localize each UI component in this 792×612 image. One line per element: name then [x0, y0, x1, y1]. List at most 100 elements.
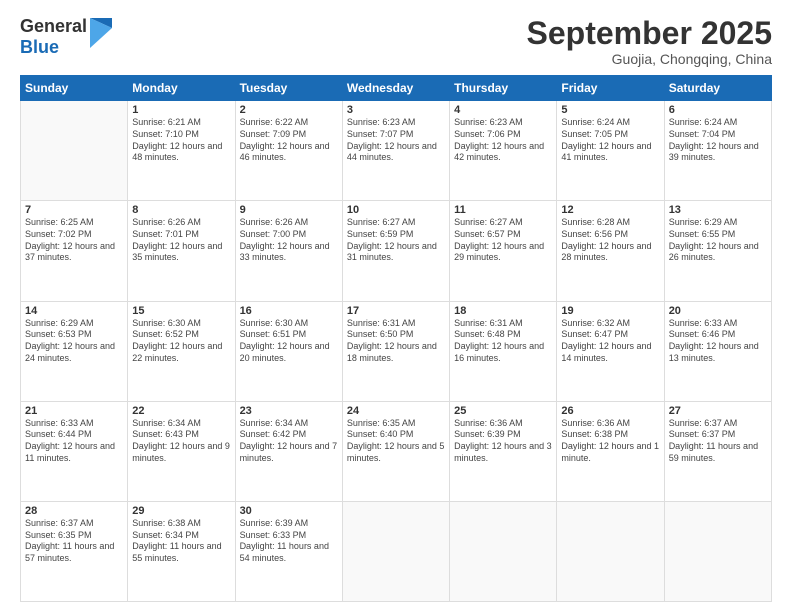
sunrise-text: Sunrise: 6:36 AM [454, 418, 552, 430]
sunset-text: Sunset: 6:43 PM [132, 429, 230, 441]
daylight-text: Daylight: 12 hours and 37 minutes. [25, 241, 123, 264]
sunrise-text: Sunrise: 6:33 AM [25, 418, 123, 430]
calendar-cell: 17 Sunrise: 6:31 AM Sunset: 6:50 PM Dayl… [342, 301, 449, 401]
day-number: 5 [561, 104, 659, 116]
daylight-text: Daylight: 12 hours and 46 minutes. [240, 141, 338, 164]
day-info: Sunrise: 6:35 AM Sunset: 6:40 PM Dayligh… [347, 418, 445, 465]
day-info: Sunrise: 6:30 AM Sunset: 6:51 PM Dayligh… [240, 318, 338, 365]
logo-general: General [20, 16, 87, 37]
day-number: 7 [25, 204, 123, 216]
sunset-text: Sunset: 6:57 PM [454, 229, 552, 241]
calendar-cell [450, 501, 557, 601]
sunrise-text: Sunrise: 6:26 AM [240, 217, 338, 229]
calendar-table: Sunday Monday Tuesday Wednesday Thursday… [20, 75, 772, 602]
day-number: 9 [240, 204, 338, 216]
day-info: Sunrise: 6:39 AM Sunset: 6:33 PM Dayligh… [240, 518, 338, 565]
col-sunday: Sunday [21, 76, 128, 101]
logo-text: General Blue [20, 16, 87, 57]
calendar-cell: 16 Sunrise: 6:30 AM Sunset: 6:51 PM Dayl… [235, 301, 342, 401]
daylight-text: Daylight: 12 hours and 1 minute. [561, 441, 659, 464]
daylight-text: Daylight: 12 hours and 9 minutes. [132, 441, 230, 464]
calendar-cell: 20 Sunrise: 6:33 AM Sunset: 6:46 PM Dayl… [664, 301, 771, 401]
day-info: Sunrise: 6:31 AM Sunset: 6:48 PM Dayligh… [454, 318, 552, 365]
sunset-text: Sunset: 6:34 PM [132, 530, 230, 542]
day-number: 4 [454, 104, 552, 116]
sunrise-text: Sunrise: 6:24 AM [669, 117, 767, 129]
sunset-text: Sunset: 6:55 PM [669, 229, 767, 241]
daylight-text: Daylight: 12 hours and 42 minutes. [454, 141, 552, 164]
day-number: 17 [347, 305, 445, 317]
col-wednesday: Wednesday [342, 76, 449, 101]
day-info: Sunrise: 6:26 AM Sunset: 7:00 PM Dayligh… [240, 217, 338, 264]
daylight-text: Daylight: 12 hours and 24 minutes. [25, 341, 123, 364]
calendar-cell [342, 501, 449, 601]
daylight-text: Daylight: 12 hours and 31 minutes. [347, 241, 445, 264]
day-number: 15 [132, 305, 230, 317]
calendar-cell [557, 501, 664, 601]
sunset-text: Sunset: 6:40 PM [347, 429, 445, 441]
day-number: 29 [132, 505, 230, 517]
day-number: 28 [25, 505, 123, 517]
day-number: 2 [240, 104, 338, 116]
daylight-text: Daylight: 12 hours and 41 minutes. [561, 141, 659, 164]
sunset-text: Sunset: 6:50 PM [347, 329, 445, 341]
calendar-cell: 14 Sunrise: 6:29 AM Sunset: 6:53 PM Dayl… [21, 301, 128, 401]
sunset-text: Sunset: 7:07 PM [347, 129, 445, 141]
month-title: September 2025 [527, 16, 772, 51]
calendar-cell: 23 Sunrise: 6:34 AM Sunset: 6:42 PM Dayl… [235, 401, 342, 501]
calendar-cell [21, 101, 128, 201]
sunrise-text: Sunrise: 6:34 AM [132, 418, 230, 430]
day-info: Sunrise: 6:28 AM Sunset: 6:56 PM Dayligh… [561, 217, 659, 264]
calendar-cell: 15 Sunrise: 6:30 AM Sunset: 6:52 PM Dayl… [128, 301, 235, 401]
day-number: 1 [132, 104, 230, 116]
sunrise-text: Sunrise: 6:31 AM [347, 318, 445, 330]
day-info: Sunrise: 6:37 AM Sunset: 6:37 PM Dayligh… [669, 418, 767, 465]
sunrise-text: Sunrise: 6:30 AM [240, 318, 338, 330]
calendar-cell: 28 Sunrise: 6:37 AM Sunset: 6:35 PM Dayl… [21, 501, 128, 601]
sunrise-text: Sunrise: 6:27 AM [454, 217, 552, 229]
sunset-text: Sunset: 7:01 PM [132, 229, 230, 241]
sunrise-text: Sunrise: 6:23 AM [454, 117, 552, 129]
calendar-cell: 4 Sunrise: 6:23 AM Sunset: 7:06 PM Dayli… [450, 101, 557, 201]
day-number: 8 [132, 204, 230, 216]
day-info: Sunrise: 6:26 AM Sunset: 7:01 PM Dayligh… [132, 217, 230, 264]
sunset-text: Sunset: 6:52 PM [132, 329, 230, 341]
day-info: Sunrise: 6:24 AM Sunset: 7:05 PM Dayligh… [561, 117, 659, 164]
day-number: 25 [454, 405, 552, 417]
sunset-text: Sunset: 6:37 PM [669, 429, 767, 441]
sunset-text: Sunset: 6:44 PM [25, 429, 123, 441]
calendar-cell: 29 Sunrise: 6:38 AM Sunset: 6:34 PM Dayl… [128, 501, 235, 601]
day-number: 12 [561, 204, 659, 216]
col-thursday: Thursday [450, 76, 557, 101]
calendar-cell: 3 Sunrise: 6:23 AM Sunset: 7:07 PM Dayli… [342, 101, 449, 201]
sunset-text: Sunset: 6:42 PM [240, 429, 338, 441]
daylight-text: Daylight: 12 hours and 13 minutes. [669, 341, 767, 364]
sunset-text: Sunset: 6:35 PM [25, 530, 123, 542]
daylight-text: Daylight: 12 hours and 29 minutes. [454, 241, 552, 264]
day-number: 20 [669, 305, 767, 317]
daylight-text: Daylight: 12 hours and 7 minutes. [240, 441, 338, 464]
calendar-cell: 12 Sunrise: 6:28 AM Sunset: 6:56 PM Dayl… [557, 201, 664, 301]
daylight-text: Daylight: 12 hours and 44 minutes. [347, 141, 445, 164]
sunrise-text: Sunrise: 6:34 AM [240, 418, 338, 430]
col-friday: Friday [557, 76, 664, 101]
day-number: 3 [347, 104, 445, 116]
calendar-week-3: 21 Sunrise: 6:33 AM Sunset: 6:44 PM Dayl… [21, 401, 772, 501]
daylight-text: Daylight: 12 hours and 33 minutes. [240, 241, 338, 264]
day-number: 16 [240, 305, 338, 317]
daylight-text: Daylight: 12 hours and 35 minutes. [132, 241, 230, 264]
sunrise-text: Sunrise: 6:33 AM [669, 318, 767, 330]
sunrise-text: Sunrise: 6:21 AM [132, 117, 230, 129]
daylight-text: Daylight: 11 hours and 55 minutes. [132, 541, 230, 564]
sunset-text: Sunset: 7:05 PM [561, 129, 659, 141]
calendar-week-1: 7 Sunrise: 6:25 AM Sunset: 7:02 PM Dayli… [21, 201, 772, 301]
calendar-week-2: 14 Sunrise: 6:29 AM Sunset: 6:53 PM Dayl… [21, 301, 772, 401]
sunset-text: Sunset: 6:47 PM [561, 329, 659, 341]
header: General Blue September 2025 Guojia, Chon… [20, 16, 772, 67]
calendar-cell: 1 Sunrise: 6:21 AM Sunset: 7:10 PM Dayli… [128, 101, 235, 201]
calendar-header-row: Sunday Monday Tuesday Wednesday Thursday… [21, 76, 772, 101]
day-info: Sunrise: 6:27 AM Sunset: 6:57 PM Dayligh… [454, 217, 552, 264]
daylight-text: Daylight: 12 hours and 22 minutes. [132, 341, 230, 364]
calendar-cell: 27 Sunrise: 6:37 AM Sunset: 6:37 PM Dayl… [664, 401, 771, 501]
day-number: 11 [454, 204, 552, 216]
